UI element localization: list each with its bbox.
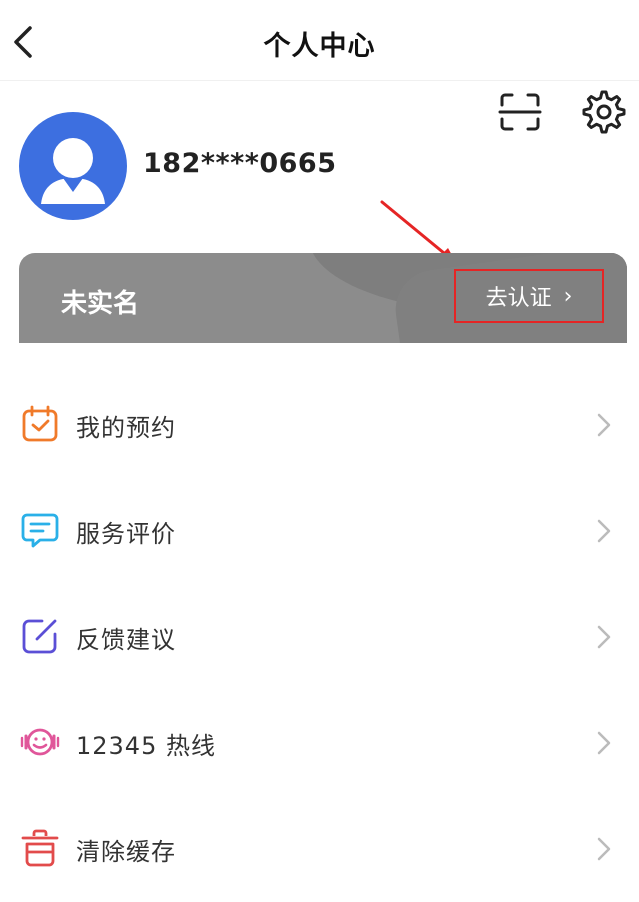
headset-icon [20,728,60,756]
edit-icon [22,619,57,654]
menu-item-label: 清除缓存 [76,838,176,866]
menu-item-service-review[interactable]: 服务评价 [0,478,639,584]
scan-icon [498,93,542,131]
menu-item-appointments[interactable]: 我的预约 [0,372,639,478]
gear-icon [582,90,626,134]
menu-item-label: 反馈建议 [76,626,176,654]
menu-item-label: 服务评价 [76,520,176,548]
nav-bar: 个人中心 [0,0,639,81]
chat-bubble-icon [21,513,59,548]
chevron-right-icon: › [563,283,573,309]
chevron-right-icon [597,519,611,543]
user-icon [41,138,105,204]
page-title: 个人中心 [263,31,376,62]
calendar-check-icon [22,405,58,442]
settings-button[interactable] [582,90,626,134]
chevron-right-icon [597,837,611,861]
chevron-right-icon [597,731,611,755]
user-phone: 182****0665 [143,148,337,179]
menu-item-label: 我的预约 [76,414,176,442]
menu-item-feedback[interactable]: 反馈建议 [0,584,639,690]
avatar[interactable] [19,112,127,220]
verification-status: 未实名 [61,289,140,319]
menu-item-clear-cache[interactable]: 清除缓存 [0,796,639,902]
scan-button[interactable] [498,92,542,132]
chevron-right-icon [597,625,611,649]
go-verify-label: 去认证 [485,286,552,311]
verification-banner: 未实名 去认证 › [19,253,627,343]
trash-icon [21,829,59,867]
menu-item-hotline[interactable]: 12345 热线 [0,690,639,796]
chevron-right-icon [597,413,611,437]
menu-item-label: 12345 热线 [76,732,216,760]
go-verify-button[interactable]: 去认证 › [454,269,604,323]
